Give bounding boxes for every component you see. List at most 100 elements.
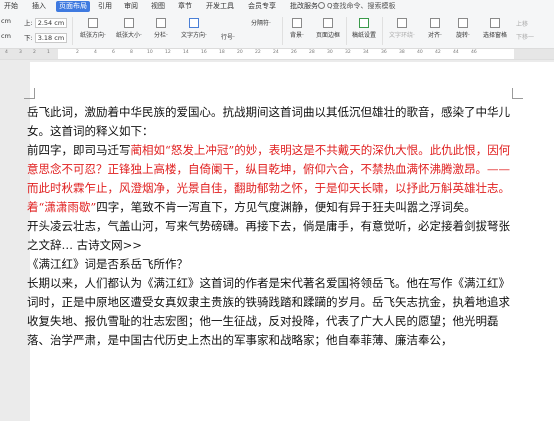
text-direction-label: 文字方向· [181,32,207,39]
columns-label: 分栏· [154,32,168,39]
orientation-button[interactable]: 纸张方向· [76,18,110,39]
tab-member[interactable]: 会员专享 [248,1,276,12]
wrap-text-button[interactable]: 文字环绕· [384,18,420,39]
send-backward-label: 下移一 [516,34,535,41]
margin-bottom-input[interactable]: 3.18 cm [34,33,68,43]
divider [382,17,383,45]
line-numbers-button[interactable]: 行号· [213,32,243,41]
menu-tabs: 开始 插入 页面布局 引用 审阅 视图 章节 开发工具 会员专享 批改服务 Q查… [0,0,554,13]
wrap-text-label: 文字环绕· [389,32,415,39]
margin-right-unit: cm [1,32,11,40]
ruler-tick: 8 [130,50,133,55]
ruler-tick: 44 [453,50,459,55]
divider [282,17,283,45]
page-border-icon [323,18,333,28]
ruler-tick: 2 [33,50,36,55]
align-label: 对齐· [428,32,442,39]
tab-view[interactable]: 视图 [151,1,165,12]
ruler-tick: 30 [327,50,333,55]
divider [346,17,347,45]
send-backward-button[interactable]: 下移一 [516,32,552,41]
search-box[interactable]: Q查找命令、搜索模板 [318,1,396,11]
background-button[interactable]: 背景· [284,18,310,39]
separator-label: 分隔符· [251,20,271,27]
align-button[interactable]: 对齐· [422,18,448,39]
horizontal-ruler[interactable]: 4 3 2 1 2 4 6 8 10 12 14 16 18 20 22 24 … [0,49,554,60]
columns-button[interactable]: 分栏· [148,18,174,39]
ruler-tick: 42 [435,50,441,55]
paragraph-intro: 岳飞此词，激励着中华民族的爱国心。抗战期间这首词曲以其低沉但雄壮的歌音，感染了中… [27,105,510,138]
select-pane-icon [490,18,500,28]
tab-chapter[interactable]: 章节 [178,1,192,12]
tab-correction[interactable]: 批改服务 [290,1,318,12]
ruler-tick: 24 [273,50,279,55]
ruler-tick: 40 [417,50,423,55]
toolbar: cm cm 上: 2.54 cm 下: 3.18 cm 纸张方向· 纸张大小· 分栏… [0,15,554,47]
select-pane-button[interactable]: 选择窗格 [478,18,512,39]
ruler-tick: 22 [255,50,261,55]
background-icon [292,18,302,28]
paragraph-explanation: 前四字，即司马迁写蔺相如“怒发上冲冠”的妙，表明这是不共戴天的深仇大恨。此仇此恨… [27,141,517,217]
margin-top-label: 上: [24,19,33,27]
rotate-button[interactable]: 旋转· [450,18,476,39]
paragraph-opening: 开头凌云壮志，气盖山河，写来气势磅礴。再接下去，倘是庸手，有意觉听，必定接着剑拔… [27,219,510,252]
ruler-tick: 1 [47,50,50,55]
ruler-tick: 16 [201,50,207,55]
separator-button[interactable]: 分隔符· [244,18,278,27]
page-corner-mark-right [512,88,523,99]
paper-size-button[interactable]: 纸张大小· [112,18,146,39]
ruler-tick: 32 [345,50,351,55]
ruler-tick: 10 [147,50,153,55]
ruler-tick: 38 [399,50,405,55]
text-direction-button[interactable]: 文字方向· [176,18,212,39]
page-border-label: 页面边框 [315,32,340,39]
ruler-margin-right [514,49,554,59]
document-body[interactable]: 岳飞此词，激励着中华民族的爱国心。抗战期间这首词曲以其低沉但雄壮的歌音，感染了中… [27,103,517,350]
ruler-tick: 34 [363,50,369,55]
tab-references[interactable]: 引用 [98,1,112,12]
ruler-tick: 4 [5,50,8,55]
ruler-tick: 14 [183,50,189,55]
paper-size-label: 纸张大小· [116,32,142,39]
draft-settings-button[interactable]: 稿纸设置 [348,18,380,39]
tab-review[interactable]: 审阅 [124,1,138,12]
ruler-tick: 26 [291,50,297,55]
page-corner-mark-left [24,88,35,99]
ruler-tick: 4 [94,50,97,55]
tab-insert[interactable]: 插入 [32,1,46,12]
bring-forward-label: 上移 [516,21,529,28]
wrap-text-icon [397,18,407,28]
margin-top-input[interactable]: 2.54 cm [34,18,68,28]
paragraph-question: 《满江红》词是否系岳飞所作？ [27,257,188,271]
search-icon [318,2,325,9]
columns-icon [156,18,166,28]
margin-bottom-field[interactable]: 下: 3.18 cm [24,32,68,43]
tab-start[interactable]: 开始 [4,1,18,12]
ruler-tick: 46 [471,50,477,55]
ribbon: 开始 插入 页面布局 引用 审阅 视图 章节 开发工具 会员专享 批改服务 Q查… [0,0,554,49]
draft-settings-icon [359,18,369,28]
orientation-icon [88,18,98,28]
draft-settings-label: 稿纸设置 [351,32,376,39]
search-text: Q查找命令、搜索模板 [327,2,396,10]
ruler-tick: 12 [165,50,171,55]
page-border-button[interactable]: 页面边框 [312,18,344,39]
select-pane-label: 选择窗格 [482,32,507,39]
tab-developer[interactable]: 开发工具 [206,1,234,12]
divider [72,17,73,45]
line-numbers-label: 行号· [221,34,235,41]
tab-page-layout[interactable]: 页面布局 [56,1,90,12]
ruler-tick: 6 [112,50,115,55]
ruler-tick: 3 [19,50,22,55]
orientation-label: 纸张方向· [80,32,106,39]
rotate-icon [458,18,468,28]
text-direction-icon [189,18,199,28]
paragraph-explanation-text: 前四字，即司马迁写 [27,143,131,157]
margin-top-field[interactable]: 上: 2.54 cm [24,17,68,28]
ruler-tick: 20 [237,50,243,55]
align-icon [430,18,440,28]
margin-left-unit: cm [1,17,11,25]
ruler-tick: 18 [219,50,225,55]
paragraph-explanation-text-end: 四字，笔致不肯一泻直下，方见气度渊静，便知有异于狂夫叫嚣之浮词矣。 [96,200,476,214]
bring-forward-button[interactable]: 上移 [516,19,546,28]
